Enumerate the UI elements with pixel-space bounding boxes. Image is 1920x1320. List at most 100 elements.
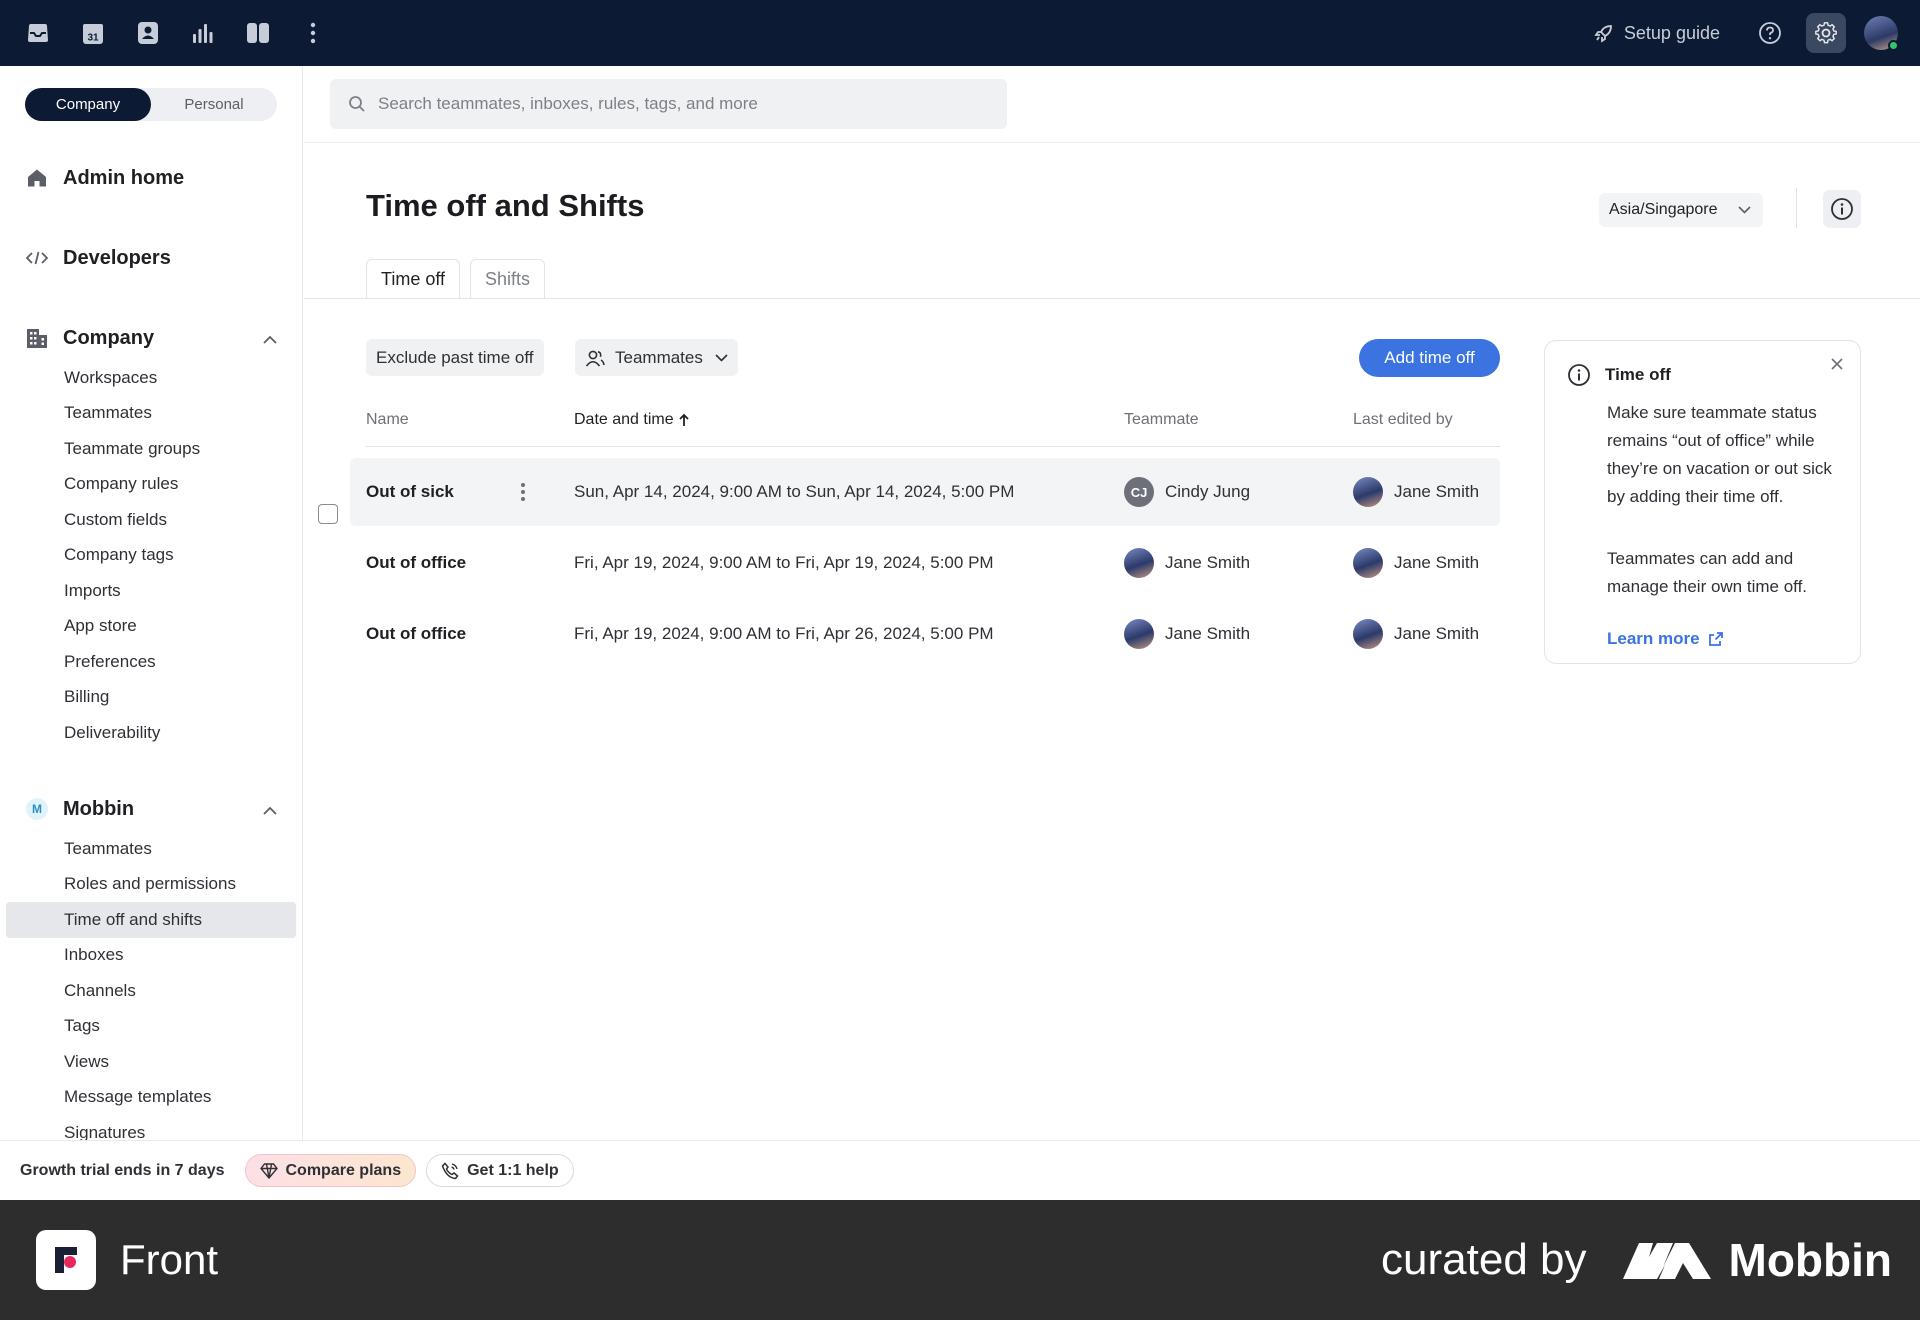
sidebar-item-time-off-shifts[interactable]: Time off and shifts bbox=[6, 902, 296, 938]
get-help-button[interactable]: Get 1:1 help bbox=[426, 1154, 574, 1187]
time-off-name: Out of sick bbox=[366, 482, 454, 501]
editor-avatar bbox=[1353, 619, 1383, 649]
table-row[interactable]: Out of office Fri, Apr 19, 2024, 9:00 AM… bbox=[350, 529, 1500, 597]
column-header-teammate[interactable]: Teammate bbox=[1124, 411, 1199, 429]
sidebar-item-developers[interactable]: Developers bbox=[25, 246, 171, 270]
time-off-name: Out of office bbox=[366, 624, 467, 643]
teammate-avatar bbox=[1124, 619, 1154, 649]
sidebar-item-company-rules[interactable]: Company rules bbox=[6, 467, 296, 503]
table-row[interactable]: Out of office Fri, Apr 19, 2024, 9:00 AM… bbox=[350, 600, 1500, 668]
tab-shifts[interactable]: Shifts bbox=[470, 259, 546, 299]
chevron-down-icon bbox=[1738, 206, 1751, 214]
table-row[interactable]: Out of sick Sun, Apr 14, 2024, 9:00 AM t… bbox=[350, 458, 1500, 526]
info-card-description: Make sure teammate status remains “out o… bbox=[1607, 403, 1832, 506]
sidebar-item-preferences[interactable]: Preferences bbox=[6, 644, 296, 680]
global-search[interactable] bbox=[330, 79, 1007, 129]
analytics-icon[interactable] bbox=[187, 17, 219, 49]
online-status-dot bbox=[1888, 40, 1899, 51]
sidebar-item-views[interactable]: Views bbox=[6, 1044, 296, 1080]
sidebar-item-roles-permissions[interactable]: Roles and permissions bbox=[6, 867, 296, 903]
date-header-label: Date and time bbox=[574, 411, 674, 428]
timezone-select[interactable]: Asia/Singapore bbox=[1599, 193, 1763, 227]
diamond-icon bbox=[259, 1162, 278, 1179]
exclude-past-label: Exclude past time off bbox=[376, 347, 534, 367]
inbox-icon[interactable] bbox=[22, 17, 54, 49]
time-off-date-range: Fri, Apr 19, 2024, 9:00 AM to Fri, Apr 1… bbox=[574, 553, 994, 572]
user-avatar[interactable] bbox=[1864, 16, 1899, 51]
info-card-note: Teammates can add and manage their own t… bbox=[1607, 549, 1808, 596]
more-icon[interactable] bbox=[297, 17, 329, 49]
contacts-icon[interactable] bbox=[132, 17, 164, 49]
settings-button[interactable] bbox=[1806, 13, 1846, 53]
sidebar-item-signatures[interactable]: Signatures bbox=[6, 1115, 296, 1140]
exclude-past-toggle[interactable]: Exclude past time off bbox=[366, 339, 544, 376]
help-button[interactable] bbox=[1750, 13, 1790, 53]
external-link-icon bbox=[1708, 632, 1723, 646]
chevron-up-icon[interactable] bbox=[263, 798, 277, 821]
developers-label: Developers bbox=[63, 246, 171, 269]
admin-home-label: Admin home bbox=[63, 166, 185, 189]
setup-guide-link[interactable]: Setup guide bbox=[1594, 23, 1720, 44]
trial-status-text: Growth trial ends in 7 days bbox=[20, 1161, 225, 1179]
sidebar-section-company[interactable]: Company bbox=[25, 326, 277, 350]
help-icon bbox=[1759, 22, 1781, 44]
sidebar-item-company-tags[interactable]: Company tags bbox=[6, 538, 296, 574]
column-header-name[interactable]: Name bbox=[366, 411, 409, 429]
close-icon[interactable] bbox=[1830, 357, 1844, 376]
last-edited-cell: Jane Smith bbox=[1353, 458, 1479, 526]
header-divider bbox=[304, 142, 1920, 143]
sidebar-item-imports[interactable]: Imports bbox=[6, 573, 296, 609]
info-card-header: Time off bbox=[1567, 363, 1671, 387]
column-header-date[interactable]: Date and time bbox=[574, 411, 690, 429]
last-edited-cell: Jane Smith bbox=[1353, 600, 1479, 668]
chevron-up-icon[interactable] bbox=[263, 327, 277, 350]
sidebar-item-workspaces[interactable]: Workspaces bbox=[6, 360, 296, 396]
column-header-last-edited[interactable]: Last edited by bbox=[1353, 411, 1453, 429]
editor-name: Jane Smith bbox=[1394, 553, 1480, 572]
compare-plans-label: Compare plans bbox=[285, 1161, 402, 1179]
split-view-icon[interactable] bbox=[242, 17, 274, 49]
sidebar-section-workspace[interactable]: M Mobbin bbox=[25, 797, 277, 821]
teammate-cell: Jane Smith bbox=[1124, 529, 1250, 597]
mobbin-logo-icon bbox=[1622, 1243, 1711, 1279]
sidebar-item-billing[interactable]: Billing bbox=[6, 680, 296, 716]
brand-footer: Front curated by Mobbin bbox=[0, 1200, 1920, 1320]
sidebar-item-workspace-teammates[interactable]: Teammates bbox=[6, 831, 296, 867]
sidebar-item-teammate-groups[interactable]: Teammate groups bbox=[6, 431, 296, 467]
sidebar-item-custom-fields[interactable]: Custom fields bbox=[6, 502, 296, 538]
time-off-date-range: Fri, Apr 19, 2024, 9:00 AM to Fri, Apr 2… bbox=[574, 624, 994, 643]
sidebar-item-inboxes[interactable]: Inboxes bbox=[6, 938, 296, 974]
sidebar-item-message-templates[interactable]: Message templates bbox=[6, 1080, 296, 1116]
gear-icon bbox=[1815, 22, 1837, 44]
sidebar-item-channels[interactable]: Channels bbox=[6, 973, 296, 1009]
sidebar-item-app-store[interactable]: App store bbox=[6, 609, 296, 645]
learn-more-link[interactable]: Learn more bbox=[1607, 629, 1724, 649]
scope-personal-option[interactable]: Personal bbox=[151, 88, 277, 121]
calendar-icon[interactable]: 31 bbox=[77, 17, 109, 49]
header-separator bbox=[1796, 188, 1797, 228]
code-icon bbox=[25, 246, 49, 270]
teammate-name: Jane Smith bbox=[1165, 553, 1251, 572]
sort-ascending-icon bbox=[678, 413, 689, 426]
info-icon bbox=[1831, 198, 1853, 220]
row-select-checkbox[interactable] bbox=[318, 504, 338, 524]
info-button[interactable] bbox=[1823, 190, 1861, 228]
sidebar-item-teammates[interactable]: Teammates bbox=[6, 396, 296, 432]
teammates-filter[interactable]: Teammates bbox=[575, 339, 738, 376]
sidebar-item-admin-home[interactable]: Admin home bbox=[25, 166, 184, 190]
add-time-off-button[interactable]: Add time off bbox=[1359, 339, 1500, 377]
page-tabs: Time off Shifts bbox=[366, 259, 555, 300]
teammate-cell: Jane Smith bbox=[1124, 600, 1250, 668]
scope-toggle: Company Personal bbox=[25, 88, 277, 121]
scope-company-option[interactable]: Company bbox=[25, 88, 151, 121]
sidebar-item-deliverability[interactable]: Deliverability bbox=[6, 715, 296, 751]
tab-time-off[interactable]: Time off bbox=[366, 259, 461, 300]
company-settings-list: Workspaces Teammates Teammate groups Com… bbox=[6, 360, 296, 751]
tabs-divider bbox=[304, 298, 1920, 299]
row-more-icon[interactable] bbox=[520, 482, 526, 507]
sidebar-item-tags[interactable]: Tags bbox=[6, 1009, 296, 1045]
main-content: Time off and Shifts Asia/Singapore Time … bbox=[304, 66, 1920, 1140]
compare-plans-button[interactable]: Compare plans bbox=[244, 1154, 417, 1187]
search-input[interactable] bbox=[378, 94, 978, 114]
people-icon bbox=[585, 350, 605, 367]
